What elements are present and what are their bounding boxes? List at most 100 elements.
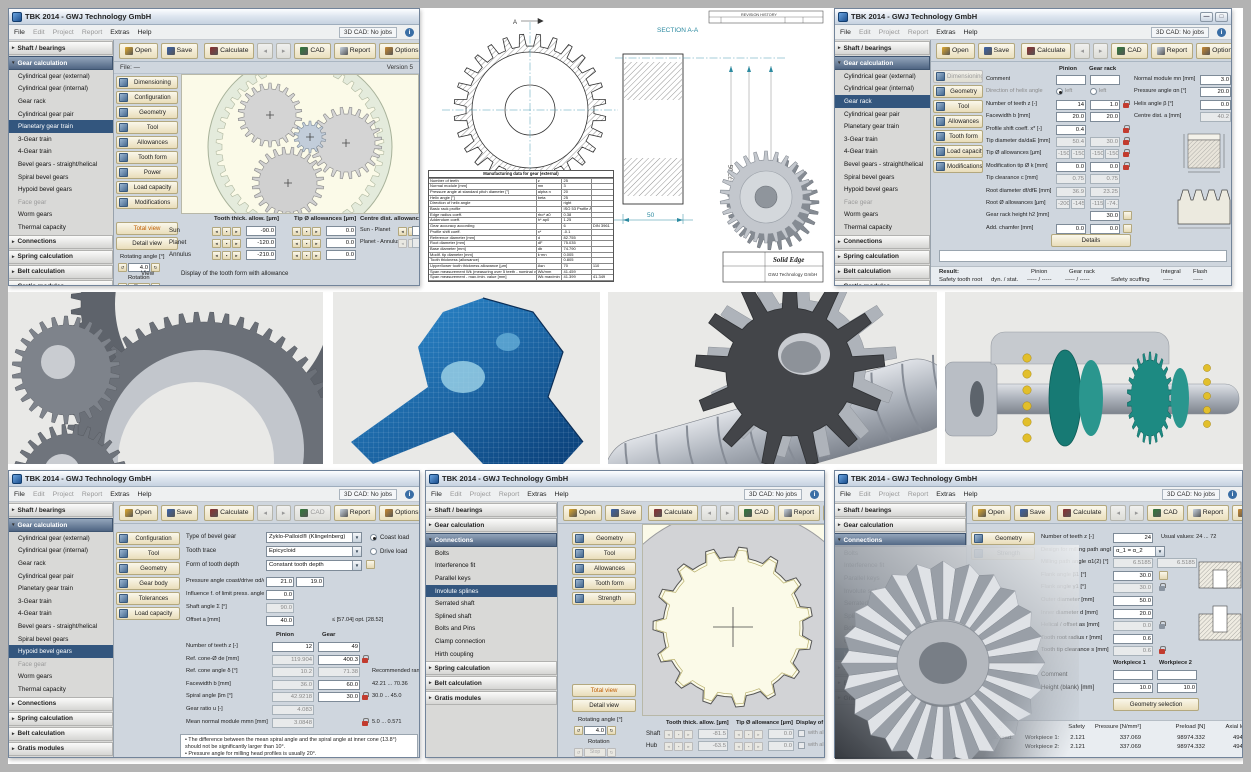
sidebar-item-cylindrical-gear-internal-[interactable]: Cylindrical gear (internal) <box>9 83 113 96</box>
field-input[interactable]: 40.0 <box>266 616 294 626</box>
spin-right-icon[interactable]: ▸ <box>232 239 241 248</box>
field-input[interactable]: 14 <box>1056 99 1086 110</box>
menu-edit[interactable]: Edit <box>859 29 871 36</box>
calculate-button[interactable]: Calculate <box>648 504 699 521</box>
sidebar-item-4-gear-train[interactable]: 4-Gear train <box>9 146 113 159</box>
calculate-button[interactable]: Calculate <box>204 42 255 59</box>
sidebar-header-gratis-modules[interactable]: ▸Gratis modules <box>9 741 113 756</box>
spin-mid-icon[interactable]: ▪ <box>222 239 231 248</box>
menu-help[interactable]: Help <box>555 491 569 498</box>
save-button[interactable]: Save <box>1013 504 1052 521</box>
spin-left-icon[interactable]: ◂ <box>292 251 301 260</box>
minimize-button[interactable]: — <box>1200 11 1213 22</box>
rotate-ccw-icon[interactable]: ↺ <box>574 726 583 735</box>
panel-button-load-capacity[interactable]: Load capacity <box>116 607 180 620</box>
sidebar-item-face-gear[interactable]: Face gear <box>835 196 930 209</box>
sidebar-header-shaft-bearings[interactable]: ▸ Shaft / bearings <box>835 503 966 517</box>
rotating-angle-input[interactable]: 4.0 <box>584 726 606 735</box>
menu-extras[interactable]: Extras <box>936 491 955 498</box>
tooth-allowance-input[interactable]: -120.0 <box>246 238 276 248</box>
panel-button-configuration[interactable]: Configuration <box>116 532 180 545</box>
rotate-ccw-icon[interactable]: ↺ <box>118 263 127 272</box>
stop-button[interactable]: Stop <box>128 283 150 285</box>
spin-right-icon[interactable]: ▸ <box>312 251 321 260</box>
menu-extras[interactable]: Extras <box>110 29 129 36</box>
report-button[interactable]: Report <box>1150 42 1194 59</box>
sidebar-item-cylindrical-gear-internal-[interactable]: Cylindrical gear (internal) <box>9 545 113 558</box>
sidebar-header-belt-calculation[interactable]: ▸Belt calculation <box>9 264 113 279</box>
sidebar-item-involute-splines[interactable]: Involute splines <box>426 584 557 598</box>
sidebar-header-connections[interactable]: ▾ Connections <box>426 533 557 547</box>
sidebar-item-cylindrical-gear-pair[interactable]: Cylindrical gear pair <box>9 570 113 583</box>
panel-button-power[interactable]: Power <box>116 166 178 179</box>
menu-report[interactable]: Report <box>908 29 928 36</box>
save-button[interactable]: Save <box>160 504 199 521</box>
lock-icon[interactable] <box>1123 137 1130 146</box>
field-input[interactable]: 0.6 <box>1113 633 1153 644</box>
menu-help[interactable]: Help <box>964 491 978 498</box>
menu-edit[interactable]: Edit <box>33 491 45 498</box>
report-button[interactable]: Report <box>777 504 821 521</box>
sidebar-item-hypoid-bevel-gears[interactable]: Hypoid bevel gears <box>835 183 930 196</box>
sidebar-item-spiral-bevel-gears[interactable]: Spiral bevel gears <box>9 633 113 646</box>
panel-button-geometry[interactable]: Geometry <box>933 85 983 98</box>
menu-help[interactable]: Help <box>138 29 152 36</box>
sidebar-header-shaft-bearings[interactable]: ▸ Shaft / bearings <box>9 503 113 517</box>
spin-mid-icon[interactable]: ▪ <box>222 227 231 236</box>
small-action-button[interactable] <box>1123 223 1132 233</box>
undo-button[interactable]: ◂ <box>1074 42 1090 59</box>
tooth-allowance-input[interactable]: -90.0 <box>246 226 276 236</box>
field-input[interactable]: 30.0 <box>1090 211 1120 222</box>
panel-button-tool[interactable]: Tool <box>116 547 180 560</box>
field-input[interactable]: 30.0 <box>1113 570 1153 581</box>
sidebar-item-hirth-coupling[interactable]: Hirth coupling <box>426 648 557 661</box>
tooth-allowance-input[interactable]: -210.0 <box>246 250 276 260</box>
sidebar-header-shaft-bearings[interactable]: ▸ Shaft / bearings <box>426 503 557 517</box>
tip-allowance-input[interactable]: 0.0 <box>326 238 356 248</box>
panel-button-geometry[interactable]: Geometry <box>572 532 636 545</box>
field-input[interactable]: 24 <box>1113 533 1153 543</box>
sidebar-item-clamp-connection[interactable]: Clamp connection <box>426 635 557 648</box>
view-button-detail-view[interactable]: Detail view <box>572 699 636 712</box>
field-input[interactable]: 20.0 <box>1090 112 1120 123</box>
menu-help[interactable]: Help <box>964 29 978 36</box>
menu-project[interactable]: Project <box>53 491 74 498</box>
panel-button-tolerances[interactable]: Tolerances <box>116 592 180 605</box>
spin-left-icon[interactable]: ◂ <box>292 227 301 236</box>
sidebar-item-worm-gears[interactable]: Worm gears <box>9 671 113 684</box>
calculate-button[interactable]: Calculate <box>1021 42 1072 59</box>
details-button[interactable]: Details <box>1051 234 1131 247</box>
field-input[interactable]: 20.0 <box>1113 608 1153 619</box>
menu-report[interactable]: Report <box>82 491 102 498</box>
undo-button[interactable]: ◂ <box>257 42 273 59</box>
rotate-cw-icon[interactable]: ↻ <box>151 283 160 285</box>
sidebar-item-bevel-gears-straight-helical[interactable]: Bevel gears - straight/helical <box>9 158 113 171</box>
panel-button-tool[interactable]: Tool <box>933 100 983 113</box>
panel-button-geometry[interactable]: Geometry <box>116 106 178 119</box>
sidebar-item-spiral-bevel-gears[interactable]: Spiral bevel gears <box>835 171 930 184</box>
spin-right-icon[interactable]: ▸ <box>312 239 321 248</box>
redo-button[interactable]: ▸ <box>275 42 292 59</box>
sidebar-header-belt-calculation[interactable]: ▸Belt calculation <box>9 726 113 741</box>
sidebar-item-face-gear[interactable]: Face gear <box>9 196 113 209</box>
menu-extras[interactable]: Extras <box>936 29 955 36</box>
right-field-input[interactable]: 3.0 <box>1200 75 1231 85</box>
height-input-1[interactable]: 10.0 <box>1113 683 1153 693</box>
open-button[interactable]: Open <box>119 504 158 521</box>
panel-button-load-capacity[interactable]: Load capacity <box>933 145 983 158</box>
sidebar-header-shaft-bearings[interactable]: ▸ Shaft / bearings <box>9 41 113 55</box>
comment-input-2[interactable] <box>1157 670 1197 680</box>
undo-button[interactable]: ◂ <box>1110 504 1126 521</box>
sidebar-item-hypoid-bevel-gears[interactable]: Hypoid bevel gears <box>9 183 113 196</box>
sidebar-item-cylindrical-gear-external-[interactable]: Cylindrical gear (external) <box>835 70 930 83</box>
save-button[interactable]: Save <box>604 504 643 521</box>
menu-extras[interactable]: Extras <box>110 491 129 498</box>
sidebar-header-gear-calculation[interactable]: ▸ Gear calculation <box>835 518 966 532</box>
sidebar-item-bolts[interactable]: Bolts <box>426 547 557 560</box>
sidebar-item-planetary-gear-train[interactable]: Planetary gear train <box>835 120 930 133</box>
sidebar-header-gear-calculation[interactable]: ▾ Gear calculation <box>9 518 113 532</box>
menu-project[interactable]: Project <box>470 491 491 498</box>
centre-allowance-input[interactable]: 0.0 <box>412 226 419 236</box>
sidebar-header-gear-calculation[interactable]: ▾ Gear calculation <box>835 56 930 70</box>
sidebar-item-worm-gears[interactable]: Worm gears <box>9 209 113 222</box>
